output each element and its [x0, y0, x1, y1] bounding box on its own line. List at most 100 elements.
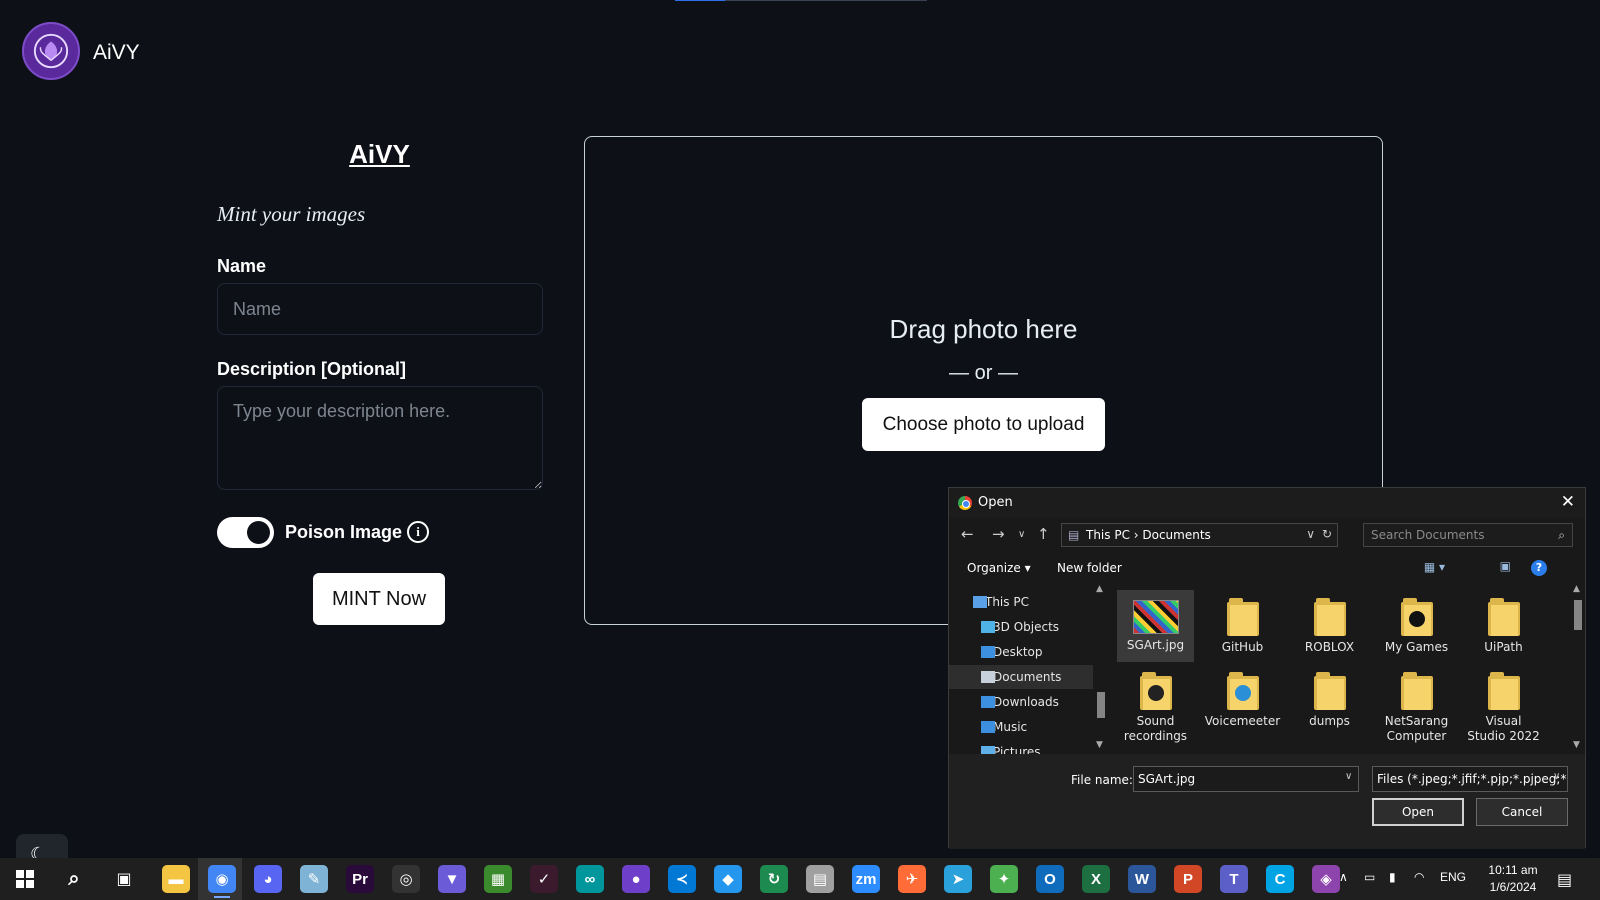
discord-icon[interactable]: ◕ [254, 865, 282, 893]
scroll-up-icon[interactable]: ▲ [1096, 584, 1103, 594]
search-box[interactable]: ⌕ [1363, 523, 1573, 547]
zoom-icon[interactable]: zm [852, 865, 880, 893]
obs-icon[interactable]: ◎ [392, 865, 420, 893]
excel-icon[interactable]: X [1082, 865, 1110, 893]
time: 10:11 am [1488, 863, 1538, 877]
scroll-thumb[interactable] [1574, 600, 1582, 630]
task-view-icon[interactable]: ▣ [110, 865, 138, 893]
chevron-down-icon[interactable]: ∨ [1553, 771, 1560, 782]
chevron-down-icon[interactable]: ∨ [1306, 527, 1315, 541]
powerpoint-icon[interactable]: P [1174, 865, 1202, 893]
address-bar[interactable]: ▤ This PC › Documents ∨ ↻ [1061, 523, 1338, 547]
tree-item[interactable]: Pictures [949, 740, 1093, 754]
arduino-icon[interactable]: ∞ [576, 865, 604, 893]
close-icon[interactable]: ✕ [1561, 492, 1575, 512]
file-name-input[interactable] [1133, 766, 1359, 792]
tree-item[interactable]: Desktop [949, 640, 1093, 664]
tree-item[interactable]: Downloads [949, 690, 1093, 714]
refresh-app-icon[interactable]: ↻ [760, 865, 788, 893]
folder-item[interactable]: GitHub [1204, 590, 1281, 662]
new-folder-button[interactable]: New folder [1057, 561, 1122, 575]
clock[interactable]: 10:11 am 1/6/2024 [1482, 862, 1544, 896]
git-icon[interactable]: ◈ [1312, 865, 1340, 893]
bittorrent-icon[interactable]: ✦ [990, 865, 1018, 893]
brand-name[interactable]: AiVY [93, 41, 140, 65]
teams-icon[interactable]: T [1220, 865, 1248, 893]
postman-icon[interactable]: ✈ [898, 865, 926, 893]
wifi-icon[interactable]: ◠ [1414, 870, 1424, 884]
folder-item[interactable]: ROBLOX [1291, 590, 1368, 662]
outlook-icon[interactable]: O [1036, 865, 1064, 893]
folder-item[interactable]: NetSarang Computer [1378, 664, 1455, 743]
paint-icon[interactable]: ✎ [300, 865, 328, 893]
scroll-down-icon[interactable]: ▼ [1573, 740, 1580, 750]
folder-item[interactable]: dumps [1291, 664, 1368, 736]
breadcrumb[interactable]: This PC › Documents [1086, 528, 1211, 542]
poison-image-label: Poison Image [285, 522, 403, 542]
minecraft-icon[interactable]: ▦ [484, 865, 512, 893]
help-icon[interactable]: ? [1531, 560, 1547, 576]
dialog-titlebar[interactable]: Open ✕ [949, 488, 1585, 518]
open-button[interactable]: Open [1372, 798, 1464, 826]
description-textarea[interactable] [217, 386, 543, 490]
up-arrow-icon[interactable]: ↑ [1037, 525, 1050, 543]
file-type-select[interactable]: Files (*.jpeg;*.jfif;*.pjp;*.pjpeg;*.jpg… [1372, 766, 1568, 792]
tree-item[interactable]: This PC [949, 590, 1093, 614]
folder-item[interactable]: My Games [1378, 590, 1455, 662]
folder-icon [1400, 598, 1433, 636]
refresh-icon[interactable]: ↻ [1322, 527, 1332, 541]
chrome-icon[interactable]: ◉ [208, 865, 236, 898]
docker-icon[interactable]: ◆ [714, 865, 742, 893]
preview-pane-icon[interactable]: ▣ [1500, 559, 1511, 573]
tree-item[interactable]: Music [949, 715, 1093, 739]
music-icon [981, 721, 995, 733]
mint-now-button[interactable]: MINT Now [313, 573, 445, 625]
toggle-knob [247, 521, 270, 544]
file-grid-scrollbar[interactable]: ▲ ▼ [1571, 584, 1585, 754]
aivy-logo-icon[interactable] [22, 22, 80, 80]
view-options-icon[interactable]: ▦ ▾ [1424, 560, 1445, 574]
description-label: Description [Optional] [217, 359, 406, 379]
search-input[interactable] [1364, 524, 1572, 546]
notifications-icon[interactable]: ▤ [1557, 870, 1572, 890]
search-icon[interactable]: ⌕ [60, 865, 88, 893]
chevron-down-icon[interactable]: ∨ [1345, 771, 1352, 782]
language-indicator[interactable]: ENG [1440, 870, 1466, 884]
back-arrow-icon[interactable]: ← [961, 525, 974, 543]
tree-scrollbar[interactable]: ▲ ▼ [1095, 584, 1107, 754]
scroll-down-icon[interactable]: ▼ [1096, 740, 1103, 750]
vectornator-icon[interactable]: ✓ [530, 865, 558, 893]
scroll-thumb[interactable] [1097, 692, 1105, 718]
info-icon[interactable]: i [407, 521, 429, 543]
cancel-button[interactable]: Cancel [1476, 798, 1568, 826]
poison-image-toggle[interactable] [217, 517, 274, 548]
folder-app-icon[interactable]: ▤ [806, 865, 834, 893]
chevron-up-icon[interactable]: ∧ [1339, 870, 1348, 884]
choose-photo-button[interactable]: Choose photo to upload [862, 398, 1105, 451]
name-input[interactable] [217, 283, 543, 335]
organize-button[interactable]: Organize ▾ [967, 561, 1031, 575]
windows-start-icon[interactable] [11, 865, 39, 893]
tree-item[interactable]: 3D Objects [949, 615, 1093, 639]
recent-locations-icon[interactable]: ∨ [1018, 529, 1025, 540]
ccleaner-icon[interactable]: C [1266, 865, 1294, 893]
folder-item[interactable]: Voicemeeter [1204, 664, 1281, 736]
premiere-icon[interactable]: Pr [346, 865, 374, 893]
file-label: GitHub [1221, 640, 1264, 654]
telegram-icon[interactable]: ➤ [944, 865, 972, 893]
file-explorer-icon[interactable]: ▬ [162, 865, 190, 893]
vscode-icon[interactable]: ≺ [668, 865, 696, 893]
folder-item[interactable]: Visual Studio 2022 [1465, 664, 1542, 743]
folder-item[interactable]: UiPath [1465, 590, 1542, 662]
folder-item[interactable]: Sound recordings [1117, 664, 1194, 743]
vpn-icon[interactable]: ▼ [438, 865, 466, 893]
scroll-up-icon[interactable]: ▲ [1573, 584, 1580, 594]
pictures-icon [981, 746, 995, 754]
battery-icon[interactable]: ▮ [1389, 870, 1396, 884]
github-icon[interactable]: ● [622, 865, 650, 893]
tree-item[interactable]: Documents [949, 665, 1093, 689]
file-item[interactable]: SGArt.jpg [1117, 590, 1194, 662]
forward-arrow-icon[interactable]: → [992, 525, 1005, 543]
word-icon[interactable]: W [1128, 865, 1156, 893]
network-device-icon[interactable]: ▭ [1364, 870, 1375, 884]
